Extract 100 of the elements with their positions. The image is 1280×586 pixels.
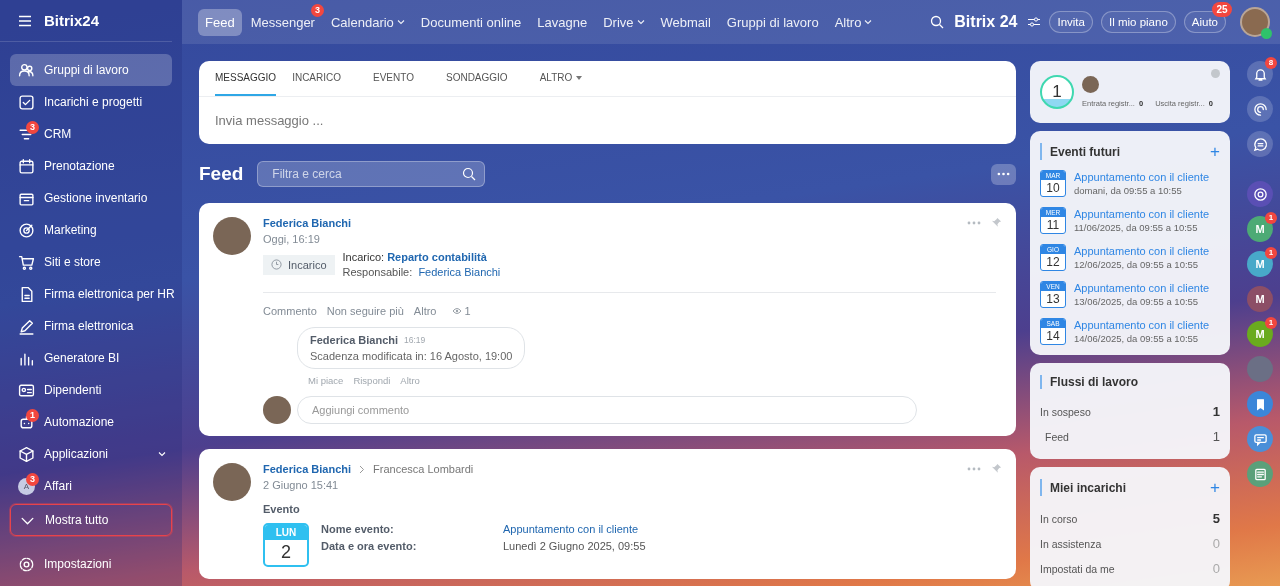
sidebar-item[interactable]: Firma elettronica per HR [10,278,172,310]
spiral-button[interactable] [1247,96,1273,122]
more-icon [997,172,1010,176]
nav-tab[interactable]: Lavagne [530,8,595,36]
field-label: Data e ora evento: [321,540,418,552]
count-badge: 1 [1265,212,1277,224]
brand-logo: Bitrix 24 [954,13,1018,31]
logo-text: Bitrix24 [44,12,100,29]
nav-tab[interactable]: Calendario [323,8,412,36]
settings-button[interactable]: Impostazioni [10,548,172,580]
composer-tab[interactable]: INCARICO [292,61,358,96]
avatar-button[interactable]: M [1247,286,1273,312]
chat-icon [1252,136,1268,152]
user-avatar[interactable] [1240,7,1270,37]
nav-tab[interactable]: Documenti online [413,8,529,36]
more-button[interactable] [991,163,1016,185]
ring-button[interactable] [1247,181,1273,207]
eye-icon [452,307,463,315]
event-link[interactable]: Appuntamento con il cliente [1074,245,1210,257]
add-button[interactable]: + [1210,143,1220,160]
author-link[interactable]: Federica Bianchi [263,217,352,229]
sidebar-item[interactable]: Siti e store [10,246,172,278]
nav-tab[interactable]: Gruppi di lavoro [719,8,826,36]
sidebar-item[interactable]: Marketing [10,214,172,246]
composer-tab[interactable]: ALTRO [539,61,599,96]
comment-time: 16:19 [404,335,426,345]
cube-icon [18,445,35,463]
sidebar-item[interactable]: Generatore BI [10,342,172,374]
author-link[interactable]: Federica Bianchi [263,463,352,475]
counter-row[interactable]: In sospeso 1 [1040,399,1220,424]
add-button[interactable]: + [1210,479,1220,496]
message-input[interactable]: Invia messaggio ... [199,97,1016,144]
event-link[interactable]: Appuntamento con il cliente [1074,282,1210,294]
recipient-name: Francesca Lombardi [373,463,474,475]
task-link[interactable]: Reparto contabilità [387,251,487,263]
menu-icon[interactable] [18,14,32,27]
event-link[interactable]: Appuntamento con il cliente [1074,319,1210,331]
sidebar-item[interactable]: Prenotazione [10,150,172,182]
event-link[interactable]: Appuntamento con il cliente [503,523,646,535]
post-action[interactable]: Non seguire più [326,305,404,317]
responsible-line: Responsabile: Federica Bianchi [342,266,501,278]
newspaper-icon [1252,466,1268,482]
post-time: 2 Giugno 15:41 [263,479,340,491]
ring-icon [1252,186,1268,202]
post-time: Oggi, 16:19 [263,233,321,245]
composer-panel[interactable]: MESSAGGIO INCARICO EVENTO SONDAGGIO ALTRO Invia messaggio ... [199,61,1016,144]
header-button[interactable]: Invita [1049,11,1093,33]
widget-title: Miei incarichi [1050,480,1127,495]
sidebar-item[interactable]: Incarichi e progetti [10,86,172,118]
search-icon[interactable] [930,15,945,29]
counter-row[interactable]: Feed 1 [1040,424,1220,449]
event-time: domani, da 09:55 a 10:55 [1074,185,1183,196]
count-badge: 1 [1265,317,1277,329]
worktime-counter[interactable]: 1 [1040,75,1074,109]
post-action[interactable]: Altro [413,305,437,317]
counter-row[interactable]: Impostati da me 0 [1040,556,1220,581]
nav-tab[interactable]: Altro [827,8,880,36]
sidebar-item[interactable]: A Affari 3 [10,470,172,502]
sidebar-item[interactable]: Gestione inventario [10,182,172,214]
widget-title: Eventi futuri [1050,144,1120,159]
post-action[interactable]: Commento [263,305,317,317]
sliders-icon[interactable] [1027,16,1042,28]
avatar-placeholder [213,217,251,255]
sidebar-item[interactable]: Applicazioni [10,438,172,470]
sidebar-item[interactable]: Dipendenti [10,374,172,406]
spiral-icon [1252,101,1268,117]
header-button[interactable]: Il mio piano [1100,11,1176,33]
responsible-link[interactable]: Federica Bianchi [418,266,501,278]
counter-row[interactable]: In corso 5 [1040,506,1220,531]
group-icon [18,61,35,79]
composer-tab[interactable]: EVENTO [373,61,430,96]
message-button[interactable] [1247,426,1273,452]
count-badge: 3 [310,3,324,17]
calendar-icon [18,157,35,175]
sidebar-item[interactable]: Automazione 1 [10,406,172,438]
event-time: 14/06/2025, da 09:55 a 10:55 [1074,333,1200,344]
nav-tab[interactable]: Webmail [653,8,718,36]
chevron-icon [359,464,366,474]
sidebar-item[interactable]: Firma elettronica [10,310,172,342]
composer-tab[interactable]: SONDAGGIO [445,61,524,96]
nav-tab[interactable]: Drive [596,8,652,36]
sidebar-item[interactable]: CRM 3 [10,118,172,150]
sidebar-item[interactable]: Gruppi di lavoro [10,54,172,86]
show-all-button[interactable]: Mostra tutto [10,504,172,536]
search-field[interactable]: Filtra e cerca [257,161,486,187]
search-input[interactable]: Filtra e cerca [270,166,463,182]
nav-tab[interactable]: Feed [198,8,242,36]
clock-icon [271,259,282,270]
event-link[interactable]: Appuntamento con il cliente [1074,208,1210,220]
chat-button[interactable] [1247,131,1273,157]
news-button[interactable] [1247,461,1273,487]
field-label: Nome evento: [321,523,395,535]
avatar-placeholder [263,396,291,424]
counter-row[interactable]: In assistenza 0 [1040,531,1220,556]
event-time: 11/06/2025, da 09:55 a 10:55 [1074,222,1199,233]
event-link[interactable]: Appuntamento con il cliente [1074,171,1210,183]
composer-tab[interactable]: MESSAGGIO [215,61,277,96]
count-badge: 1 [1265,247,1277,259]
comment-input[interactable]: Aggiungi commento [297,396,917,424]
bookmark-button[interactable] [1247,391,1273,417]
